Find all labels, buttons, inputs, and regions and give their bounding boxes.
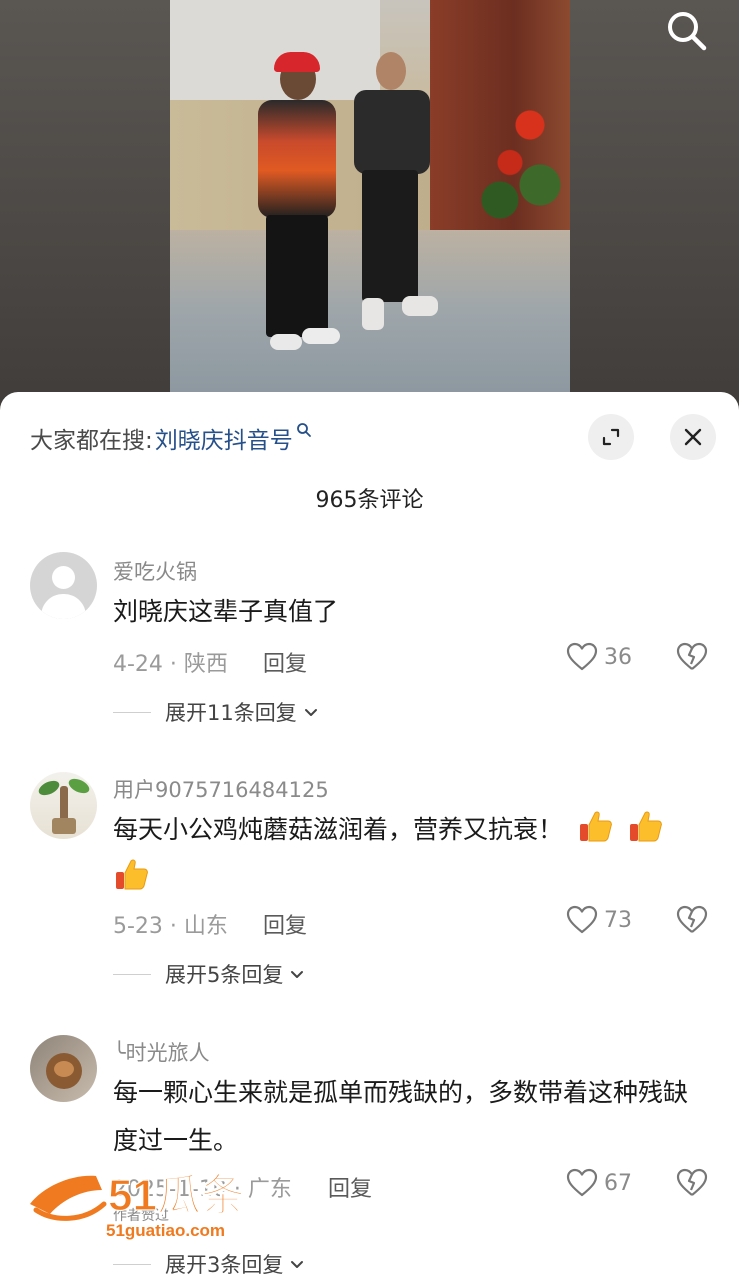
chevron-down-icon: [291, 971, 304, 978]
comment-count: 965条评论: [315, 488, 424, 513]
thumbs-up-emoji-icon: [116, 859, 148, 890]
divider: [113, 711, 151, 713]
expand-replies[interactable]: 展开5条回复: [113, 959, 305, 989]
hot-search-term[interactable]: 刘晓庆抖音号: [155, 421, 293, 455]
broken-heart-icon[interactable]: [676, 1168, 708, 1198]
avatar-leaf: [66, 775, 92, 797]
divider: [113, 973, 151, 975]
avatar-head: [52, 566, 75, 589]
hot-search-prefix: 大家都在搜:: [30, 428, 153, 454]
flower-basket: [470, 80, 570, 230]
person-2-body: [354, 90, 430, 174]
chevron-down-icon: [291, 1261, 304, 1268]
search-icon: [668, 12, 707, 51]
avatar-leaf: [36, 777, 62, 799]
like-count: 73: [604, 907, 632, 933]
heart-icon: [566, 642, 598, 671]
comment-username[interactable]: ╰时光旅人: [113, 1037, 210, 1067]
comment-text[interactable]: 刘晓庆这辈子真值了: [113, 588, 703, 636]
person-2-legs: [362, 170, 418, 302]
comment-username[interactable]: 爱吃火锅: [113, 556, 197, 586]
like-button[interactable]: 67: [566, 1168, 632, 1198]
person-2-shoe: [362, 298, 384, 330]
expand-replies-label: 展开5条回复: [165, 963, 284, 987]
comment-sheet: 大家都在搜: 刘晓庆抖音号 965条评论 爱吃火锅 刘晓庆这辈子真值了 4-24…: [0, 392, 739, 1280]
person-1-shoe: [270, 334, 302, 350]
person-1-legs: [266, 215, 328, 337]
hot-search-bar[interactable]: 大家都在搜: 刘晓庆抖音号: [30, 420, 312, 456]
person-1-shoe: [302, 328, 340, 344]
avatar[interactable]: [30, 552, 97, 619]
reply-button[interactable]: 回复: [328, 1171, 372, 1203]
comment-date-location: 4-24 · 陕西: [113, 652, 228, 677]
thumbs-up-emoji-icon: [579, 811, 612, 842]
reply-button[interactable]: 回复: [263, 646, 307, 678]
person-2-head: [376, 52, 406, 90]
expand-icon: [602, 428, 620, 446]
avatar[interactable]: [30, 772, 97, 839]
reply-button[interactable]: 回复: [263, 908, 307, 940]
expand-sheet-button[interactable]: [588, 414, 634, 460]
like-count: 36: [604, 644, 632, 670]
chevron-down-icon: [304, 709, 317, 716]
expand-replies[interactable]: 展开3条回复: [113, 1249, 305, 1279]
search-button[interactable]: [664, 8, 710, 54]
thumbs-up-emoji-icon: [629, 811, 662, 842]
author-liked-tag: 作者赞过: [113, 1208, 169, 1224]
comment-text[interactable]: 每天小公鸡炖蘑菇滋润着，营养又抗衰！: [113, 806, 703, 902]
person-1-body: [258, 100, 336, 218]
close-icon: [684, 428, 702, 446]
search-small-icon: [296, 422, 312, 442]
divider: [113, 1263, 151, 1265]
comment-date-location: 2025-1-10 · 广东: [113, 1177, 292, 1202]
like-button[interactable]: 36: [566, 642, 632, 672]
person-1-cap: [274, 52, 320, 72]
comment-username[interactable]: 用户9075716484125: [113, 774, 329, 804]
projection-screen: [170, 0, 380, 100]
avatar-shoulder: [41, 594, 86, 619]
heart-icon: [566, 1168, 598, 1197]
comment-text-body: 每天小公鸡炖蘑菇滋润着，营养又抗衰！: [113, 815, 564, 844]
broken-heart-icon[interactable]: [676, 905, 708, 935]
expand-replies-label: 展开3条回复: [165, 1253, 284, 1277]
avatar-pot: [52, 818, 76, 834]
close-button[interactable]: [670, 414, 716, 460]
person-2-shoe: [402, 296, 438, 316]
expand-replies-label: 展开11条回复: [165, 701, 297, 725]
expand-replies[interactable]: 展开11条回复: [113, 697, 319, 727]
video-player[interactable]: [170, 0, 570, 392]
avatar[interactable]: [30, 1035, 97, 1102]
comment-date-location: 5-23 · 山东: [113, 914, 228, 939]
avatar-face: [54, 1061, 74, 1077]
comment-text[interactable]: 每一颗心生来就是孤单而残缺的，多数带着这种残缺度过一生。: [113, 1069, 703, 1165]
like-button[interactable]: 73: [566, 905, 632, 935]
like-count: 67: [604, 1170, 632, 1196]
broken-heart-icon[interactable]: [676, 642, 708, 672]
heart-icon: [566, 905, 598, 934]
